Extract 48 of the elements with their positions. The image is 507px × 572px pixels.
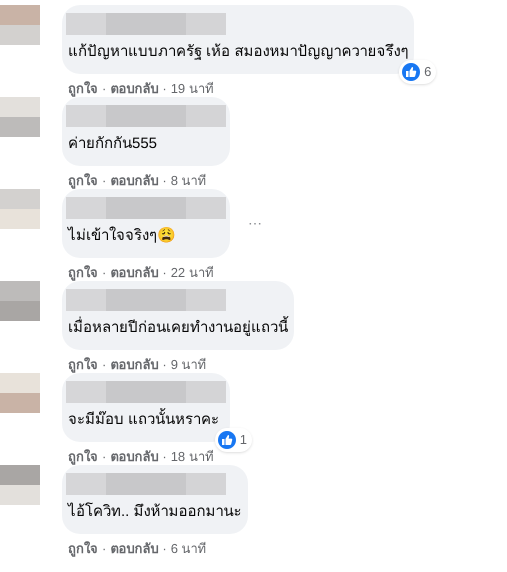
reply-link[interactable]: ตอบกลับ — [110, 170, 158, 190]
comment-text: แก้ปัญหาแบบภาครัฐ เห้อ สมองหมาปัญญาควายจรึงๆ — [67, 42, 410, 62]
separator-dot: · — [102, 540, 106, 558]
timestamp: 6 นาที — [170, 540, 207, 558]
like-link[interactable]: ถูกใจ — [68, 262, 98, 282]
separator-dot: · — [102, 448, 106, 466]
like-link[interactable]: ถูกใจ — [68, 170, 98, 190]
reaction-count: 1 — [240, 431, 248, 449]
blurred-avatar — [0, 373, 40, 413]
like-icon — [218, 430, 236, 449]
like-link[interactable]: ถูกใจ — [68, 354, 98, 374]
reply-link[interactable]: ตอบกลับ — [110, 78, 158, 98]
reply-link[interactable]: ตอบกลับ — [110, 538, 158, 558]
blurred-avatar — [0, 281, 40, 321]
like-link[interactable]: ถูกใจ — [68, 78, 98, 98]
timestamp: 19 นาที — [170, 80, 214, 98]
separator-dot: · — [162, 540, 167, 558]
separator-dot: · — [102, 80, 106, 98]
timestamp: 9 นาที — [170, 356, 207, 374]
reaction-badge[interactable]: 1 — [214, 428, 252, 452]
separator-dot: · — [102, 356, 106, 374]
more-button[interactable]: ⋯ — [248, 216, 262, 230]
separator-dot: · — [102, 172, 106, 190]
timestamp: 8 นาที — [170, 172, 207, 190]
like-link[interactable]: ถูกใจ — [68, 538, 98, 558]
separator-dot: · — [162, 356, 167, 374]
reaction-count: 6 — [424, 63, 432, 81]
separator-dot: · — [162, 448, 167, 466]
separator-dot: · — [162, 172, 167, 190]
separator-dot: · — [162, 80, 167, 98]
reaction-badge[interactable]: 6 — [399, 60, 436, 84]
like-icon — [402, 62, 420, 81]
reply-link[interactable]: ตอบกลับ — [110, 262, 158, 282]
comment-text: ไม่เข้าใจจริงๆ😩 — [66, 226, 177, 246]
separator-dot: · — [162, 264, 167, 282]
timestamp: 18 นาที — [170, 448, 214, 466]
comment-text: ไอ้โควิท.. มึงห้ามออกมานะ — [66, 501, 243, 522]
comment-text: เมื่อหลายปีก่อนเคยทำงานอยู่แถวนี้ — [66, 317, 290, 340]
blurred-avatar — [0, 189, 40, 229]
separator-dot: · — [102, 264, 106, 282]
blurred-avatar — [0, 465, 40, 505]
reply-link[interactable]: ตอบกลับ — [110, 446, 158, 466]
blurred-avatar — [0, 97, 40, 137]
comment-text: ค่ายกักกัน555 — [67, 134, 158, 154]
timestamp: 22 นาที — [170, 264, 214, 282]
blurred-avatar — [0, 5, 40, 45]
like-link[interactable]: ถูกใจ — [68, 446, 98, 466]
reply-link[interactable]: ตอบกลับ — [110, 354, 158, 374]
